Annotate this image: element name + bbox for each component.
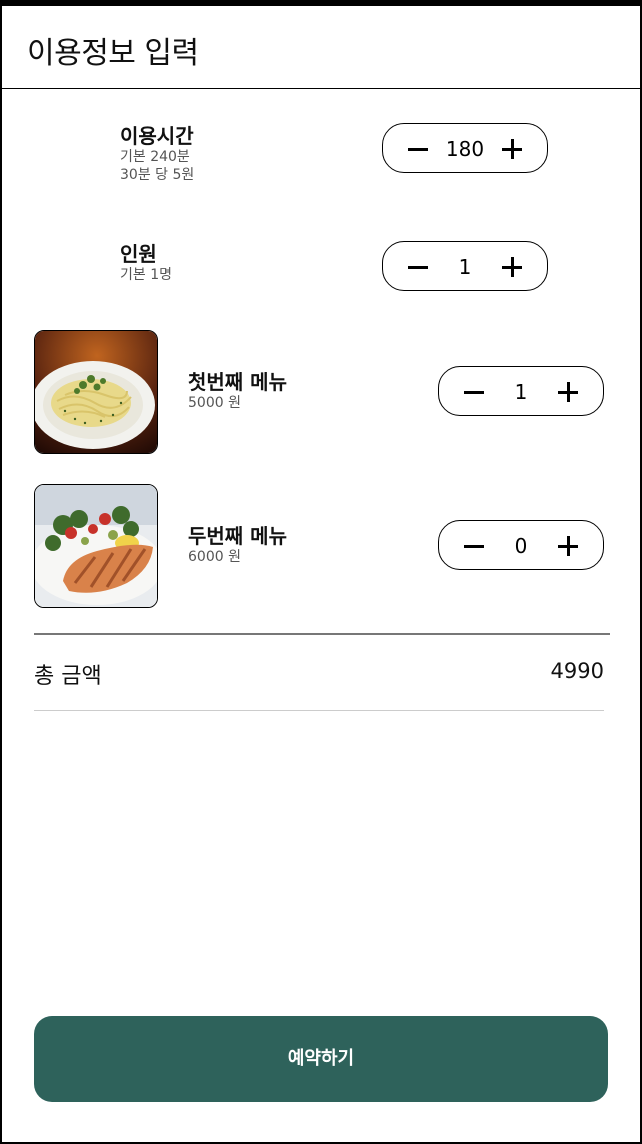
total-value: 4990 [550, 659, 604, 683]
menu-2-name: 두번째 메뉴 [188, 524, 287, 548]
menu-1-name: 첫번째 메뉴 [188, 370, 287, 394]
menu-2-plus-icon[interactable] [553, 531, 583, 561]
total-label: 총 금액 [34, 664, 102, 689]
usage-time-stepper: 180 [382, 123, 548, 173]
usage-time-base: 기본 240분 [120, 149, 190, 165]
usage-time-label: 이용시간 [120, 124, 194, 148]
page-header: 이용정보 입력 [0, 6, 642, 89]
menu-1-plus-icon[interactable] [553, 377, 583, 407]
usage-time-rate: 30분 당 5원 [120, 167, 195, 183]
menu-1-price: 5000 원 [188, 395, 241, 411]
people-stepper: 1 [382, 241, 548, 291]
people-info: 인원 기본 1명 [120, 242, 172, 284]
page-title: 이용정보 입력 [27, 36, 199, 71]
menu-2-image [34, 484, 158, 608]
menu-1-stepper: 1 [438, 366, 604, 416]
people-label: 인원 [120, 242, 157, 266]
reserve-button[interactable]: 예약하기 [34, 1016, 608, 1102]
usage-time-plus-icon[interactable] [497, 134, 527, 164]
menu-1-image [34, 330, 158, 454]
people-base: 기본 1명 [120, 267, 172, 283]
total-divider-top [34, 633, 610, 635]
menu-2-stepper: 0 [438, 520, 604, 570]
usage-time-info: 이용시간 기본 240분 30분 당 5원 [120, 124, 194, 184]
menu-2-info: 두번째 메뉴 6000 원 [188, 524, 287, 566]
menu-1-info: 첫번째 메뉴 5000 원 [188, 370, 287, 412]
total-divider-bottom [34, 710, 604, 711]
people-plus-icon[interactable] [497, 252, 527, 282]
menu-2-price: 6000 원 [188, 549, 241, 565]
